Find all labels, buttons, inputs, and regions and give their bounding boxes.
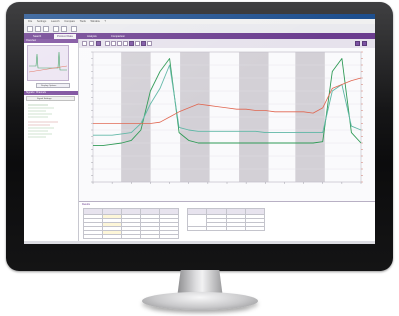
new-file-button[interactable] bbox=[27, 25, 33, 32]
maximize-graph-button[interactable] bbox=[355, 41, 360, 46]
display-options-button[interactable]: Display Options bbox=[36, 83, 70, 88]
menu-item-file[interactable]: File bbox=[28, 20, 32, 23]
menu-item-window[interactable]: Window bbox=[90, 20, 99, 23]
graph-toolbar bbox=[79, 39, 375, 48]
tree-item[interactable] bbox=[28, 133, 52, 135]
signal-settings-bar[interactable]: Signal Settings bbox=[26, 96, 75, 101]
menu-item-help[interactable]: ? bbox=[104, 20, 105, 23]
monitor-base bbox=[142, 292, 258, 310]
settings-button[interactable] bbox=[71, 25, 77, 32]
tree-item[interactable] bbox=[28, 124, 50, 126]
results-panel: Results bbox=[79, 201, 375, 244]
zoom-out-button[interactable] bbox=[89, 41, 94, 46]
save-button[interactable] bbox=[43, 25, 49, 32]
left-panel: Overview Display Options Signals / Chann… bbox=[24, 39, 79, 244]
grid-toggle-button[interactable] bbox=[141, 41, 146, 46]
zoom-in-button[interactable] bbox=[82, 41, 87, 46]
close-graph-button[interactable] bbox=[362, 41, 367, 46]
open-file-button[interactable] bbox=[35, 25, 41, 32]
tree-item[interactable] bbox=[28, 113, 52, 115]
marker-button[interactable] bbox=[135, 41, 140, 46]
menu-item-launch[interactable]: Launch bbox=[51, 20, 60, 23]
results-table-left bbox=[83, 208, 179, 239]
results-title: Results bbox=[82, 203, 90, 206]
overview-panel-head: Overview bbox=[24, 39, 78, 43]
menu-item-settings[interactable]: Settings bbox=[37, 20, 46, 23]
overview-thumbnail[interactable] bbox=[27, 45, 69, 81]
print-button[interactable] bbox=[61, 25, 67, 32]
signals-panel-head: Signals / Channels bbox=[24, 91, 78, 95]
line-chart[interactable] bbox=[79, 48, 375, 201]
tree-item[interactable] bbox=[28, 107, 54, 109]
table-row[interactable] bbox=[83, 234, 179, 239]
cursor-button[interactable] bbox=[105, 41, 110, 46]
tree-item[interactable] bbox=[28, 104, 48, 106]
measure-button[interactable] bbox=[117, 41, 122, 46]
export-button[interactable] bbox=[53, 25, 59, 32]
annotate-button[interactable] bbox=[123, 41, 128, 46]
menu-item-compare[interactable]: Compare bbox=[64, 20, 75, 23]
status-bar bbox=[24, 241, 375, 244]
menu-item-tools[interactable]: Tools bbox=[80, 20, 86, 23]
tree-item[interactable] bbox=[28, 110, 46, 112]
legend-toggle-button[interactable] bbox=[147, 41, 152, 46]
tree-item[interactable] bbox=[28, 116, 48, 118]
fit-view-button[interactable] bbox=[96, 41, 101, 46]
results-table-right bbox=[186, 208, 266, 231]
thumbnail-mini-chart bbox=[28, 51, 68, 73]
tree-item[interactable] bbox=[28, 130, 48, 132]
tree-item[interactable] bbox=[28, 136, 46, 138]
tree-item[interactable] bbox=[28, 121, 58, 123]
tree-item[interactable] bbox=[28, 127, 54, 129]
table-row[interactable] bbox=[186, 226, 266, 231]
select-button[interactable] bbox=[129, 41, 134, 46]
main-area: Results bbox=[79, 39, 375, 244]
pan-button[interactable] bbox=[111, 41, 116, 46]
screen: File Settings Launch Compare Tools Windo… bbox=[24, 14, 375, 244]
